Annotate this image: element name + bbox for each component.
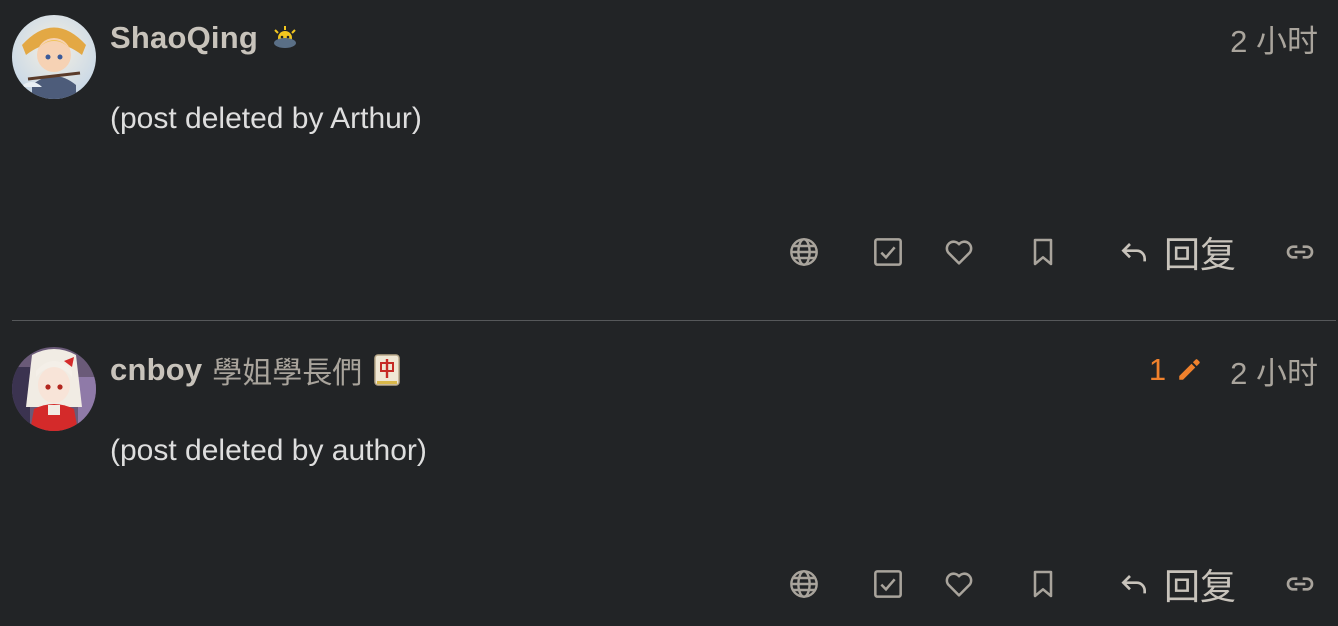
post-meta: 1 2 小时 [1149, 348, 1318, 393]
post: cnboy 學姐學長們 1 2 小时 (post deleted by auth… [0, 321, 1338, 626]
avatar[interactable] [12, 347, 96, 431]
topic-stream: ShaoQing 2 小时 (post deleted by Arthur) 回… [0, 0, 1338, 626]
translate-button[interactable] [784, 559, 824, 609]
username[interactable]: cnboy [110, 352, 202, 388]
globe-icon [790, 570, 818, 598]
post: ShaoQing 2 小时 (post deleted by Arthur) 回… [0, 0, 1338, 320]
reply-label: 回复 [1163, 566, 1236, 607]
post-controls: 回复 [0, 227, 1338, 277]
link-icon [1286, 577, 1314, 591]
sun-cloud-flair-icon [270, 25, 300, 51]
post-body: (post deleted by Arthur) [110, 102, 422, 135]
bookmark-button[interactable] [1023, 227, 1063, 277]
bookmark-icon [1033, 238, 1053, 266]
check-square-icon [874, 570, 902, 598]
edit-count: 1 [1148, 352, 1167, 387]
share-link-button[interactable] [1280, 227, 1320, 277]
avatar[interactable] [12, 15, 96, 99]
translate-button[interactable] [784, 227, 824, 277]
heart-icon [945, 240, 973, 265]
user-title: 學姐學長們 [212, 357, 363, 390]
username[interactable]: ShaoQing [110, 20, 258, 56]
like-button[interactable] [939, 227, 979, 277]
edit-history-button[interactable]: 1 [1149, 352, 1202, 388]
heart-icon [945, 572, 973, 597]
check-square-icon [874, 238, 902, 266]
post-header: ShaoQing 2 小时 [110, 16, 1318, 61]
solution-button[interactable] [868, 227, 908, 277]
solution-button[interactable] [868, 559, 908, 609]
reply-button[interactable]: 回复 [1114, 559, 1240, 609]
globe-icon [790, 238, 818, 266]
share-link-button[interactable] [1280, 559, 1320, 609]
reply-label: 回复 [1163, 234, 1236, 275]
post-controls: 回复 [0, 559, 1338, 609]
mahjong-red-dragon-icon [374, 354, 401, 386]
avatar-image [12, 347, 96, 431]
post-date[interactable]: 2 小时 [1230, 348, 1318, 393]
post-meta: 2 小时 [1230, 16, 1318, 61]
link-icon [1286, 245, 1314, 259]
bookmark-button[interactable] [1023, 559, 1063, 609]
post-header: cnboy 學姐學長們 1 2 小时 [110, 348, 1318, 393]
post-body: (post deleted by author) [110, 434, 427, 467]
avatar-image [12, 15, 96, 99]
bookmark-icon [1033, 570, 1053, 598]
reply-button[interactable]: 回复 [1114, 227, 1240, 277]
post-date[interactable]: 2 小时 [1230, 16, 1318, 61]
pencil-icon [1179, 359, 1200, 380]
reply-arrow-icon [1121, 243, 1146, 262]
like-button[interactable] [939, 559, 979, 609]
reply-arrow-icon [1121, 575, 1146, 594]
